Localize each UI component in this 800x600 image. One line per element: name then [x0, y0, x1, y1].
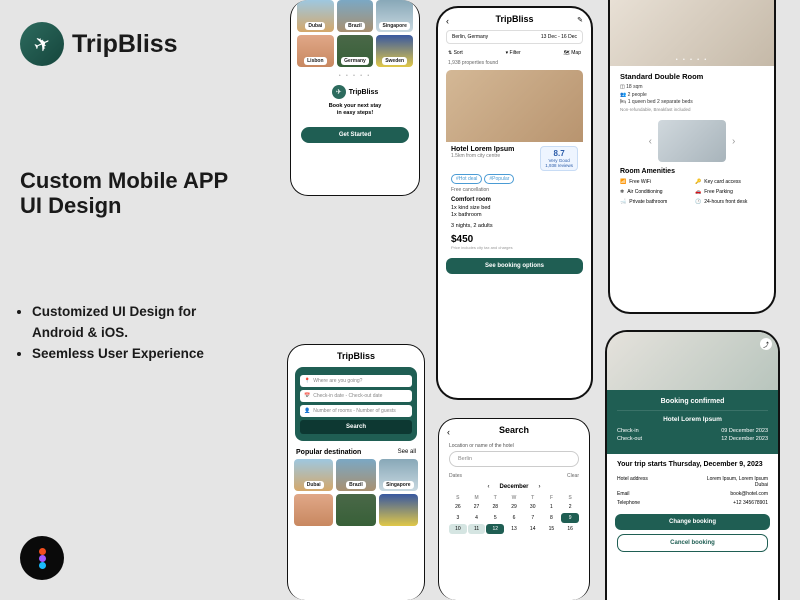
room-title: Standard Double Room — [620, 72, 764, 81]
share-icon[interactable]: ⤴ — [760, 338, 772, 350]
screen-search: TripBliss 📍 Where are you going? 📅 Check… — [287, 344, 425, 600]
dest-tile[interactable]: Sweden — [376, 35, 413, 67]
dest-tile[interactable]: Germany — [337, 35, 374, 67]
figma-icon — [20, 536, 64, 580]
dest-tile[interactable] — [336, 494, 375, 526]
calendar-day[interactable]: 26 — [449, 502, 467, 512]
map-button[interactable]: 🗺 Map — [564, 50, 581, 56]
calendar-day[interactable]: 13 — [505, 524, 523, 534]
back-icon[interactable]: ‹ — [447, 427, 450, 437]
page-dots: • • • • • — [291, 73, 419, 79]
prev-icon[interactable]: ‹ — [649, 136, 652, 147]
calendar-day[interactable]: 3 — [449, 513, 467, 523]
brand-logo: ✈ TripBliss — [20, 22, 178, 66]
calendar-day[interactable]: 11 — [468, 524, 486, 534]
screen-onboarding: Dubai Brazil Singapore Lisbon Germany Sw… — [290, 0, 420, 196]
dest-tile[interactable]: Lisbon — [297, 35, 334, 67]
page-title: TripBliss — [438, 8, 591, 28]
amenities-grid: 📶 Free WiFi 🔑 Key card access ❄ Air Cond… — [620, 179, 764, 205]
calendar-day[interactable]: 14 — [524, 524, 542, 534]
search-summary[interactable]: Berlin, Germany13 Dec - 16 Dec — [446, 30, 583, 44]
get-started-button[interactable]: Get Started — [301, 127, 409, 143]
calendar-day[interactable]: 7 — [524, 513, 542, 523]
plane-icon: ✈ — [29, 29, 55, 59]
edit-icon[interactable]: ✎ — [577, 16, 583, 24]
calendar-grid: SMTWTFS262728293012345678910111213141516 — [439, 493, 589, 536]
feature-list: Customized UI Design forAndroid & iOS. S… — [18, 302, 204, 365]
calendar-day[interactable]: 10 — [449, 524, 467, 534]
dest-tile[interactable]: Brazil — [336, 459, 375, 491]
dest-tile[interactable] — [294, 494, 333, 526]
change-booking-button[interactable]: Change booking — [615, 514, 770, 530]
calendar-day[interactable]: 2 — [561, 502, 579, 512]
see-options-button[interactable]: See booking options — [446, 258, 583, 274]
screen-calendar: ‹ Search Location or name of the hotel B… — [438, 418, 590, 600]
back-icon[interactable]: ‹ — [446, 16, 449, 26]
search-button[interactable]: Search — [300, 420, 412, 434]
calendar-day[interactable]: 5 — [486, 513, 504, 523]
result-count: 1,938 properties found — [438, 58, 591, 68]
prev-month-icon[interactable]: ‹ — [487, 484, 489, 490]
score-badge: 8.7 Very Good 1,938 reviews — [540, 146, 578, 171]
room-hero-image[interactable]: • • • • • — [610, 0, 774, 66]
calendar-day[interactable]: 4 — [468, 513, 486, 523]
dest-tile[interactable]: Singapore — [379, 459, 418, 491]
next-month-icon[interactable]: › — [539, 484, 541, 490]
calendar-day[interactable]: 9 — [561, 513, 579, 523]
clear-link[interactable]: Clear — [567, 473, 579, 479]
next-icon[interactable]: › — [732, 136, 735, 147]
dest-tile[interactable]: Brazil — [337, 0, 374, 32]
calendar-day[interactable]: 15 — [543, 524, 561, 534]
screen-listing: ‹ ✎ TripBliss Berlin, Germany13 Dec - 16… — [436, 6, 593, 400]
dates-input[interactable]: 📅 Check-in date - Check-out date — [300, 390, 412, 402]
dest-tile[interactable]: Dubai — [297, 0, 334, 32]
hotel-name[interactable]: Hotel Lorem Ipsum — [451, 146, 514, 153]
dest-tile[interactable]: Singapore — [376, 0, 413, 32]
filter-button[interactable]: ▾ Filter — [506, 50, 521, 56]
guests-input[interactable]: 👤 Number of rooms - Number of guests — [300, 405, 412, 417]
screen-confirmation: ⤴ Booking confirmed Hotel Lorem Ipsum Ch… — [605, 330, 780, 600]
calendar-day[interactable]: 27 — [468, 502, 486, 512]
see-all-link[interactable]: See all — [398, 449, 416, 456]
calendar-day[interactable]: 28 — [486, 502, 504, 512]
screen-room-details: • • • • • Standard Double Room ◫ 18 sqm👥… — [608, 0, 776, 314]
cancel-booking-button[interactable]: Cancel booking — [617, 534, 768, 552]
dest-tile[interactable] — [379, 494, 418, 526]
headline: Custom Mobile APPUI Design — [20, 168, 228, 219]
calendar-day[interactable]: 29 — [505, 502, 523, 512]
location-input[interactable]: 📍 Where are you going? — [300, 375, 412, 387]
calendar-day[interactable]: 6 — [505, 513, 523, 523]
location-input[interactable]: Berlin — [449, 451, 579, 467]
calendar-day[interactable]: 30 — [524, 502, 542, 512]
tag[interactable]: #Popular — [484, 174, 514, 184]
calendar-day[interactable]: 1 — [543, 502, 561, 512]
calendar-day[interactable]: 12 — [486, 524, 504, 534]
calendar-day[interactable]: 8 — [543, 513, 561, 523]
price: $450 — [451, 234, 578, 245]
search-form: 📍 Where are you going? 📅 Check-in date -… — [295, 367, 417, 441]
dest-tile[interactable]: Dubai — [294, 459, 333, 491]
sort-button[interactable]: ⇅ Sort — [448, 50, 463, 56]
room-thumb[interactable] — [658, 120, 726, 162]
hotel-image[interactable] — [446, 70, 583, 142]
calendar-day[interactable]: 16 — [561, 524, 579, 534]
confirm-hero-image: ⤴ — [607, 332, 778, 390]
tag[interactable]: #Hot deal — [451, 174, 482, 184]
brand-name: TripBliss — [72, 30, 178, 59]
